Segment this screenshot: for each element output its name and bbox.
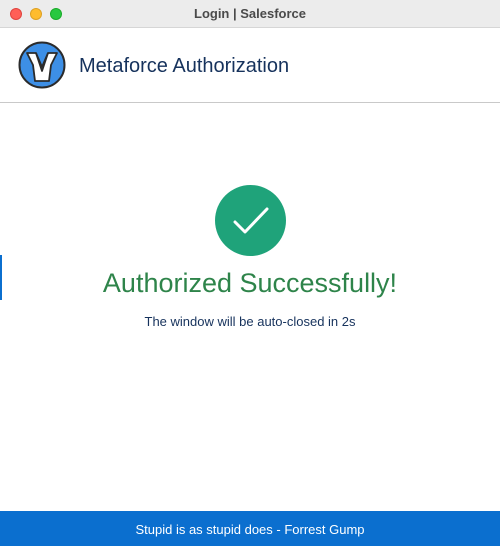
window-title: Login | Salesforce: [194, 6, 306, 21]
metaforce-logo-icon: [18, 41, 66, 89]
footer-quote: Stupid is as stupid does - Forrest Gump: [135, 522, 365, 537]
success-title: Authorized Successfully!: [102, 268, 398, 298]
login-window: Login | Salesforce Metaforce Authorizati…: [0, 0, 500, 546]
header-title: Metaforce Authorization: [79, 55, 290, 77]
title-bar: Login | Salesforce: [0, 0, 500, 28]
app-header: Metaforce Authorization: [0, 28, 500, 103]
checkmark-icon: [215, 185, 286, 256]
footer-quote-bar: Stupid is as stupid does - Forrest Gump: [0, 511, 500, 546]
auto-close-message: The window will be auto-closed in 2s: [144, 314, 356, 329]
